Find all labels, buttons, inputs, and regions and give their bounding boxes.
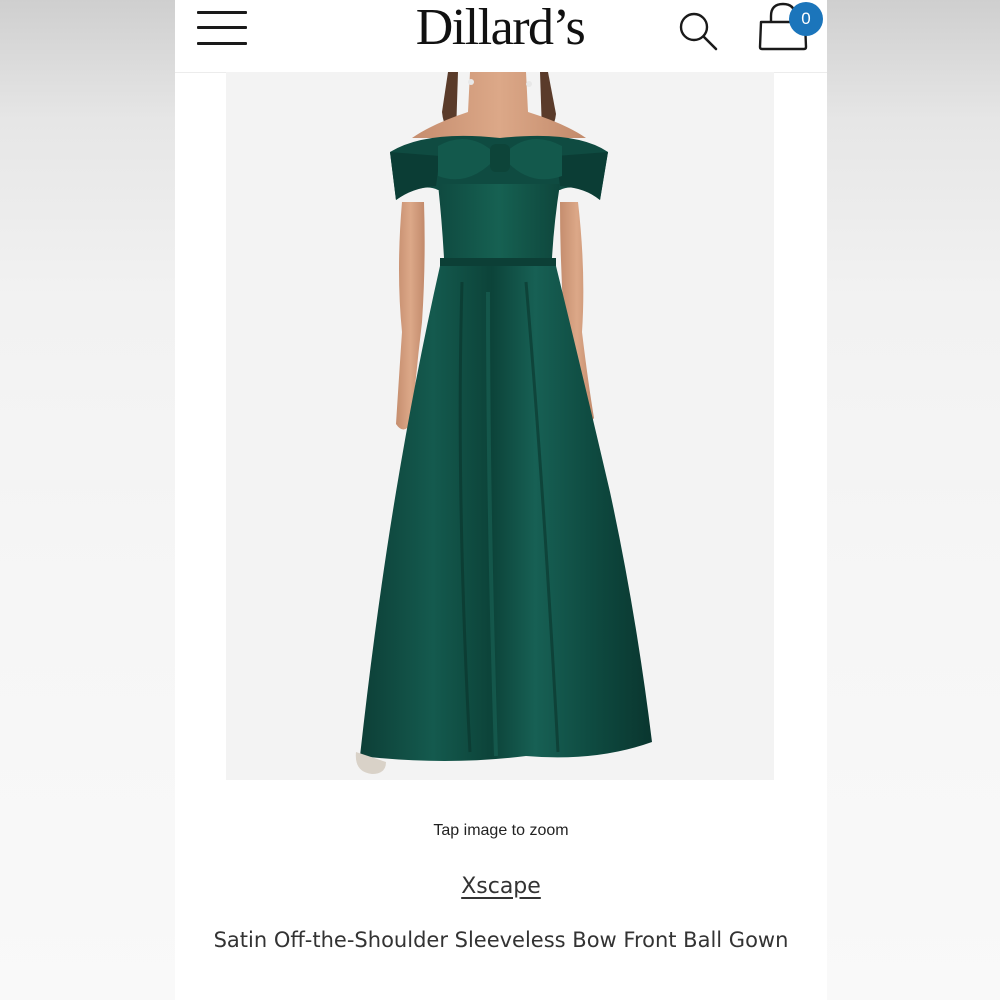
gown-illustration xyxy=(355,72,652,774)
site-header: Dillard’s 0 xyxy=(175,0,827,73)
menu-button[interactable] xyxy=(195,6,249,50)
shopping-bag-button[interactable]: 0 xyxy=(753,0,823,56)
mobile-page: Dillard’s 0 Tap image to zoom Xscape Sat… xyxy=(175,0,827,1000)
search-button[interactable] xyxy=(675,8,721,54)
product-name: Satin Off-the-Shoulder Sleeveless Bow Fr… xyxy=(213,928,789,952)
hamburger-menu-icon xyxy=(197,11,247,14)
zoom-hint: Tap image to zoom xyxy=(433,822,569,839)
site-logo[interactable]: Dillard’s xyxy=(375,0,625,60)
search-icon xyxy=(679,12,718,51)
bag-count-badge: 0 xyxy=(789,2,823,36)
right-backdrop xyxy=(825,0,1000,1000)
product-image[interactable] xyxy=(226,72,774,780)
brand-link[interactable]: Xscape xyxy=(175,874,827,899)
left-backdrop xyxy=(0,0,175,1000)
